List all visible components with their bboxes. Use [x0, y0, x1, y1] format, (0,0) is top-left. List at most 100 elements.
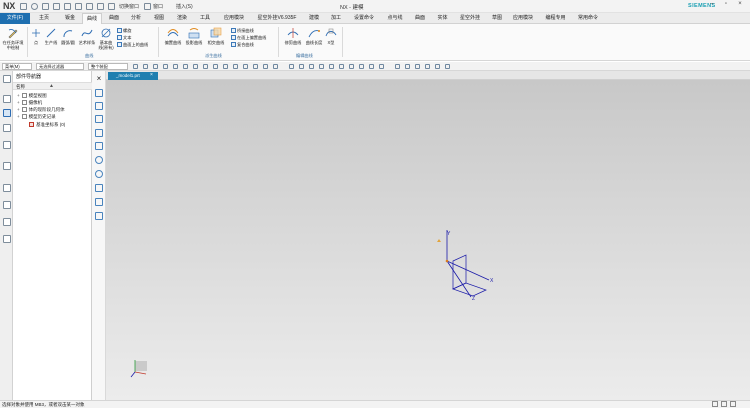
settings-icon[interactable]: [435, 64, 440, 69]
insert-menu[interactable]: 插入(S): [176, 3, 193, 10]
expand-icon[interactable]: +: [17, 114, 20, 119]
type-filter-dropdown[interactable]: 无选择过滤器: [36, 63, 84, 70]
close-icon[interactable]: ×: [734, 0, 746, 9]
point-snap-icon[interactable]: [173, 64, 178, 69]
datum-csys[interactable]: Y X Z: [437, 230, 494, 302]
tab-5[interactable]: 分析: [126, 13, 146, 24]
intersect-icon[interactable]: [223, 64, 228, 69]
composite-curve-button[interactable]: 复合曲线: [231, 42, 254, 48]
arc-center-icon[interactable]: [253, 64, 258, 69]
orient-icon[interactable]: [369, 64, 374, 69]
section-icon[interactable]: [379, 64, 384, 69]
offset-in-face-button[interactable]: 在面上偏置曲线: [231, 35, 266, 41]
studio-spline-button[interactable]: 艺术样条: [77, 27, 97, 45]
deselect-icon[interactable]: [163, 64, 168, 69]
paste-icon[interactable]: [75, 3, 82, 10]
cut-icon[interactable]: [53, 3, 60, 10]
column-name[interactable]: 名称: [16, 84, 25, 90]
tab-14[interactable]: 点与线: [382, 13, 408, 24]
offset-curve-button[interactable]: 偏置曲线: [164, 27, 182, 45]
pole-icon[interactable]: [273, 64, 278, 69]
touch-mode-icon[interactable]: [97, 3, 104, 10]
assembly-navigator-icon[interactable]: [3, 95, 11, 103]
show-icon[interactable]: [95, 89, 103, 97]
show-hide-icon[interactable]: [405, 64, 410, 69]
zoom-icon[interactable]: [299, 64, 304, 69]
wireframe-icon[interactable]: [339, 64, 344, 69]
menu-dropdown[interactable]: 菜单(M): [2, 63, 32, 70]
tree-item[interactable]: + 体的现阶段几何体: [17, 107, 65, 113]
line-button[interactable]: 生产线: [43, 27, 59, 45]
window-icon[interactable]: [144, 3, 151, 10]
curve-on-surface-button[interactable]: 曲面上的曲线: [117, 42, 148, 48]
color-fill-icon[interactable]: [95, 198, 103, 206]
status-icon-1[interactable]: [712, 401, 718, 407]
x-form-button[interactable]: X型: [325, 27, 337, 45]
tab-6[interactable]: 视图: [148, 13, 170, 24]
web-browser-icon[interactable]: [3, 162, 11, 170]
copy-object-icon[interactable]: [95, 142, 103, 150]
tab-2[interactable]: 钣金: [59, 13, 81, 24]
reuse-library-icon[interactable]: [3, 141, 11, 149]
save-icon[interactable]: [20, 3, 27, 10]
measure-icon[interactable]: [425, 64, 430, 69]
settings-gear-icon[interactable]: [3, 75, 11, 83]
tab-4[interactable]: 曲面: [104, 13, 124, 24]
move-icon[interactable]: [95, 129, 103, 137]
filter-icon[interactable]: [153, 64, 158, 69]
bridge-curve-button[interactable]: 桥接曲线: [231, 28, 254, 34]
quadrant-icon[interactable]: [213, 64, 218, 69]
selection-scope-dropdown[interactable]: 整个装配: [88, 63, 128, 70]
copy-icon[interactable]: [64, 3, 71, 10]
tab-16[interactable]: 实体: [432, 13, 453, 24]
tree-item[interactable]: + 摄像机: [17, 100, 42, 106]
tab-20[interactable]: 编程专用: [540, 13, 571, 24]
graphics-window[interactable]: Y X Z: [106, 80, 750, 401]
tab-8[interactable]: 工具: [194, 13, 216, 24]
more-icon[interactable]: [445, 64, 450, 69]
color-icon[interactable]: [415, 64, 420, 69]
tab-7[interactable]: 渲染: [172, 13, 192, 24]
expand-icon[interactable]: +: [17, 93, 20, 98]
repeat-icon[interactable]: [86, 3, 93, 10]
status-icon-2[interactable]: [721, 401, 727, 407]
select-icon[interactable]: [143, 64, 148, 69]
circle-select-icon[interactable]: [95, 156, 103, 164]
datum-handle-icon[interactable]: [437, 239, 441, 242]
tab-18[interactable]: 草图: [487, 13, 507, 24]
layer-icon[interactable]: [349, 64, 354, 69]
close-x-icon[interactable]: ×: [95, 75, 103, 83]
tab-19[interactable]: 应用模块: [509, 13, 537, 24]
status-icon-3[interactable]: [730, 401, 736, 407]
system-materials-icon[interactable]: [3, 235, 11, 243]
tab-3[interactable]: 曲线: [82, 13, 102, 24]
tab-17[interactable]: 星空外挂: [455, 13, 485, 24]
window-menu[interactable]: 窗口: [153, 3, 163, 10]
tab-11[interactable]: 建模: [304, 13, 324, 24]
helix-button[interactable]: 螺旋: [117, 28, 131, 34]
expand-icon[interactable]: +: [17, 107, 20, 112]
tab-9[interactable]: 应用模块: [218, 13, 250, 24]
sketch-in-task-button[interactable]: 在任务环境中绘制: [2, 27, 24, 50]
view-fit-icon[interactable]: [289, 64, 294, 69]
layer-tool-icon[interactable]: [95, 184, 103, 192]
point-button[interactable]: 点: [30, 27, 42, 45]
close-tab-icon[interactable]: ×: [150, 72, 153, 78]
curve-length-button[interactable]: 曲线长度: [305, 27, 323, 45]
part-navigator-icon[interactable]: [3, 109, 11, 117]
work-layer-icon[interactable]: [395, 64, 400, 69]
datum-origin-point[interactable]: [445, 259, 449, 263]
sort-up-icon[interactable]: ▲: [49, 83, 54, 89]
project-curve-button[interactable]: 投影曲线: [184, 27, 204, 45]
intersect-curve-button[interactable]: 相交曲线: [206, 27, 226, 45]
tree-item[interactable]: + 模型历史记录: [17, 114, 56, 120]
center-icon[interactable]: [203, 64, 208, 69]
minimize-icon[interactable]: –: [706, 0, 718, 9]
mid-point-icon[interactable]: [193, 64, 198, 69]
tangent-icon[interactable]: [243, 64, 248, 69]
tab-0[interactable]: 文件(F): [0, 13, 30, 24]
hide-icon[interactable]: [95, 102, 103, 110]
tab-15[interactable]: 曲面: [410, 13, 430, 24]
snap-icon[interactable]: [133, 64, 138, 69]
rotate-icon[interactable]: [319, 64, 324, 69]
